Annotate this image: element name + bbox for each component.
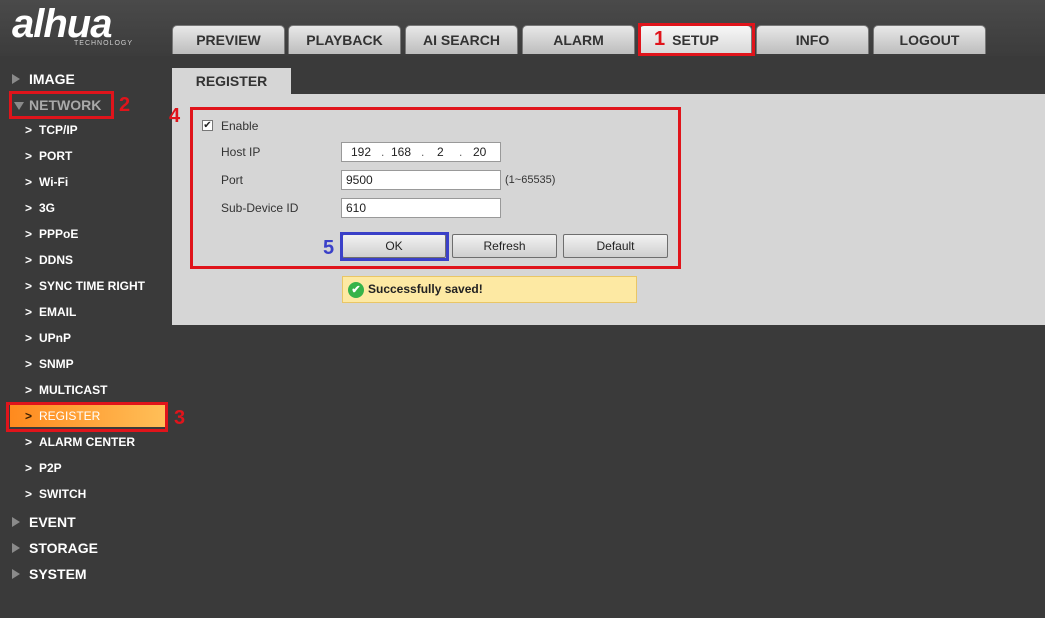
chevron-right-icon: > xyxy=(25,461,33,475)
sidebar-item-snmp[interactable]: > SNMP xyxy=(10,353,165,375)
chevron-right-icon: > xyxy=(25,201,33,215)
sidebar-item-label: P2P xyxy=(39,461,62,475)
sidebar-item-label: DDNS xyxy=(39,253,74,267)
sidebar-section-system[interactable]: SYSTEM xyxy=(0,564,170,584)
expanded-triangle-icon xyxy=(14,102,24,110)
top-header: alhua TECHNOLOGY PREVIEW PLAYBACK AI SEA… xyxy=(0,0,1045,56)
logo-wordmark: alhua xyxy=(12,2,112,46)
chevron-right-icon: > xyxy=(25,383,33,397)
host-ip-label: Host IP xyxy=(221,145,261,159)
sidebar-item-tcpip[interactable]: > TCP/IP xyxy=(10,119,165,141)
sidebar-item-label: EMAIL xyxy=(39,305,77,319)
sidebar-section-label: SYSTEM xyxy=(29,566,87,582)
logo-subtitle: TECHNOLOGY xyxy=(74,40,134,47)
sidebar-section-network[interactable]: NETWORK xyxy=(0,95,170,115)
sidebar-item-pppoe[interactable]: > PPPoE xyxy=(10,223,165,245)
sidebar-section-storage[interactable]: STORAGE xyxy=(0,538,170,558)
port-input[interactable]: 9500 xyxy=(341,170,501,190)
chevron-right-icon: > xyxy=(25,331,33,345)
ip-octet-4[interactable]: 20 xyxy=(473,143,486,161)
sidebar-item-label: REGISTER xyxy=(39,409,101,423)
tab-ai-search[interactable]: AI SEARCH xyxy=(405,25,518,54)
chevron-right-icon: > xyxy=(25,123,33,137)
refresh-button[interactable]: Refresh xyxy=(452,234,557,258)
sidebar-item-multicast[interactable]: > MULTICAST xyxy=(10,379,165,401)
sidebar-item-label: PORT xyxy=(39,149,73,163)
chevron-right-icon: > xyxy=(25,253,33,267)
sidebar-item-switch[interactable]: > SWITCH xyxy=(10,483,165,505)
sidebar-item-wifi[interactable]: > Wi-Fi xyxy=(10,171,165,193)
tab-logout[interactable]: LOGOUT xyxy=(873,25,986,54)
enable-checkbox[interactable]: ✔ xyxy=(202,120,213,131)
chevron-right-icon: > xyxy=(25,149,33,163)
tab-preview[interactable]: PREVIEW xyxy=(172,25,285,54)
ip-separator: . xyxy=(421,145,425,159)
collapsed-triangle-icon xyxy=(12,543,20,553)
dahua-logo: alhua TECHNOLOGY xyxy=(12,4,152,48)
sidebar-item-label: SWITCH xyxy=(39,487,87,501)
subdevice-id-input[interactable]: 610 xyxy=(341,198,501,218)
annotation-number-1: 1 xyxy=(654,28,666,50)
sidebar-item-ddns[interactable]: > DDNS xyxy=(10,249,165,271)
sidebar-item-label: ALARM CENTER xyxy=(39,435,135,449)
ip-separator: . xyxy=(459,145,463,159)
sidebar-item-sync-time-right[interactable]: > SYNC TIME RIGHT xyxy=(10,275,165,297)
tab-info[interactable]: INFO xyxy=(756,25,869,54)
sidebar-item-port[interactable]: > PORT xyxy=(10,145,165,167)
sidebar-item-upnp[interactable]: > UPnP xyxy=(10,327,165,349)
sidebar-item-label: Wi-Fi xyxy=(39,175,69,189)
default-button[interactable]: Default xyxy=(563,234,668,258)
collapsed-triangle-icon xyxy=(12,517,20,527)
sidebar-item-label: MULTICAST xyxy=(39,383,108,397)
annotation-number-4: 4 xyxy=(169,105,181,127)
ip-octet-2[interactable]: 168 xyxy=(391,143,411,161)
sidebar-item-label: UPnP xyxy=(39,331,72,345)
port-label: Port xyxy=(221,173,244,187)
sidebar-item-p2p[interactable]: > P2P xyxy=(10,457,165,479)
sidebar-item-alarm-center[interactable]: > ALARM CENTER xyxy=(10,431,165,453)
sidebar-section-label: EVENT xyxy=(29,514,76,530)
host-ip-input[interactable]: 192 . 168 . 2 . 20 xyxy=(341,142,501,162)
sidebar-item-label: TCP/IP xyxy=(39,123,78,137)
ip-separator: . xyxy=(381,145,385,159)
sidebar-item-3g[interactable]: > 3G xyxy=(10,197,165,219)
chevron-right-icon: > xyxy=(25,305,33,319)
sidebar-section-image[interactable]: IMAGE xyxy=(0,69,170,89)
sidebar-item-register[interactable]: > REGISTER xyxy=(10,405,165,427)
register-tab[interactable]: REGISTER xyxy=(172,68,291,94)
chevron-right-icon: > xyxy=(25,487,33,501)
ok-button[interactable]: OK xyxy=(342,234,446,258)
annotation-number-5: 5 xyxy=(323,237,335,259)
chevron-right-icon: > xyxy=(25,279,33,293)
enable-label: Enable xyxy=(221,119,259,133)
sidebar-section-event[interactable]: EVENT xyxy=(0,512,170,532)
ip-octet-3[interactable]: 2 xyxy=(437,143,444,161)
success-toast: ✔ Successfully saved! xyxy=(342,276,637,303)
sidebar-item-label: 3G xyxy=(39,201,56,215)
check-circle-icon: ✔ xyxy=(348,282,364,298)
chevron-right-icon: > xyxy=(25,357,33,371)
sidebar-item-label: PPPoE xyxy=(39,227,79,241)
sidebar-item-email[interactable]: > EMAIL xyxy=(10,301,165,323)
sidebar-item-label: SYNC TIME RIGHT xyxy=(39,279,146,293)
sidebar-section-label: IMAGE xyxy=(29,71,75,87)
ip-octet-1[interactable]: 192 xyxy=(351,143,371,161)
subdevice-id-label: Sub-Device ID xyxy=(221,201,299,215)
annotation-number-3: 3 xyxy=(174,407,186,429)
toast-message: Successfully saved! xyxy=(368,282,483,296)
chevron-right-icon: > xyxy=(25,175,33,189)
sidebar-section-label: NETWORK xyxy=(29,97,102,113)
annotation-number-2: 2 xyxy=(119,94,131,116)
chevron-right-icon: > xyxy=(25,227,33,241)
tab-playback[interactable]: PLAYBACK xyxy=(288,25,401,54)
chevron-right-icon: > xyxy=(25,409,33,423)
collapsed-triangle-icon xyxy=(12,569,20,579)
collapsed-triangle-icon xyxy=(12,74,20,84)
port-range-hint: (1~65535) xyxy=(505,174,556,186)
sidebar-item-label: SNMP xyxy=(39,357,74,371)
chevron-right-icon: > xyxy=(25,435,33,449)
tab-alarm[interactable]: ALARM xyxy=(522,25,635,54)
sidebar-section-label: STORAGE xyxy=(29,540,98,556)
